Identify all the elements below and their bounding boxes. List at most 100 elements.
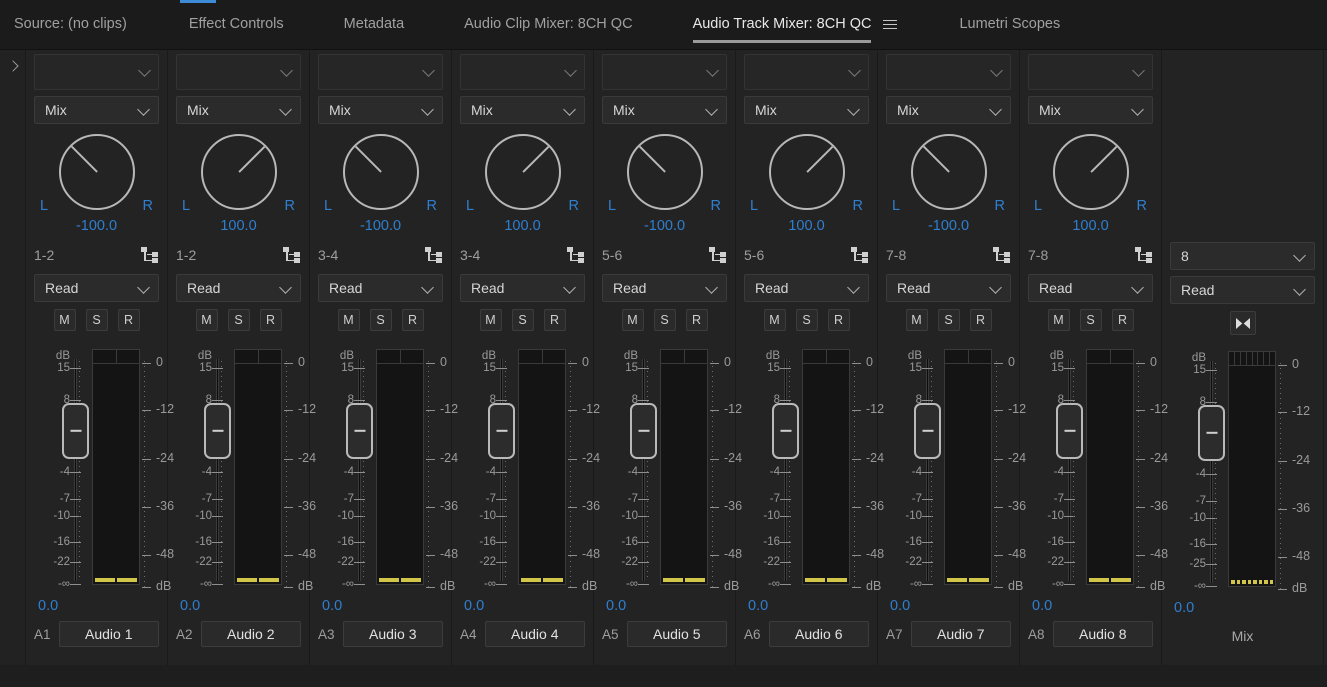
automation-mode-dropdown[interactable]: Read (176, 274, 301, 302)
solo-button[interactable]: S (937, 309, 960, 331)
record-arm-button[interactable]: R (117, 309, 140, 331)
fader-track[interactable] (926, 359, 929, 581)
fader-track[interactable] (784, 359, 787, 581)
master-channel-count-dropdown[interactable]: 8 (1170, 242, 1315, 270)
solo-button[interactable]: S (511, 309, 534, 331)
effect-slot-dropdown[interactable] (1028, 54, 1153, 90)
track-output-routing-icon[interactable] (851, 247, 869, 263)
pan-value[interactable]: 100.0 (744, 218, 869, 234)
effect-slot-dropdown[interactable] (34, 54, 159, 90)
pan-value[interactable]: -100.0 (602, 218, 727, 234)
record-arm-button[interactable]: R (827, 309, 850, 331)
gain-value[interactable]: 0.0 (176, 593, 301, 619)
track-output-dropdown[interactable]: Mix (886, 96, 1011, 124)
volume-fader-thumb[interactable] (62, 403, 89, 459)
tab-source-no-clips[interactable]: Source: (no clips) (14, 16, 127, 34)
record-arm-button[interactable]: R (969, 309, 992, 331)
mute-button[interactable]: M (337, 309, 360, 331)
automation-mode-dropdown[interactable]: Read (744, 274, 869, 302)
pan-value[interactable]: -100.0 (34, 218, 159, 234)
pan-value[interactable]: 100.0 (176, 218, 301, 234)
fader-track[interactable] (500, 359, 503, 581)
volume-fader-thumb[interactable] (1056, 403, 1083, 459)
track-name-field[interactable]: Audio 2 (200, 621, 301, 647)
track-name-field[interactable]: Audio 8 (1052, 621, 1153, 647)
effect-slot-dropdown[interactable] (886, 54, 1011, 90)
mute-button[interactable]: M (905, 309, 928, 331)
mute-button[interactable]: M (195, 309, 218, 331)
volume-fader-thumb[interactable] (772, 403, 799, 459)
tab-effect-controls[interactable]: Effect Controls (189, 16, 284, 34)
fader-track[interactable] (1210, 361, 1213, 583)
record-arm-button[interactable]: R (1111, 309, 1134, 331)
automation-mode-dropdown[interactable]: Read (1028, 274, 1153, 302)
track-name-field[interactable]: Audio 3 (342, 621, 443, 647)
track-output-dropdown[interactable]: Mix (1028, 96, 1153, 124)
fader-track[interactable] (216, 359, 219, 581)
fader-track[interactable] (358, 359, 361, 581)
track-output-routing-icon[interactable] (1135, 247, 1153, 263)
gain-value[interactable]: 0.0 (1028, 593, 1153, 619)
tab-audio-track-mixer-8ch-qc[interactable]: Audio Track Mixer: 8CH QC (692, 16, 872, 43)
track-output-dropdown[interactable]: Mix (176, 96, 301, 124)
track-output-dropdown[interactable]: Mix (34, 96, 159, 124)
master-automation-mode-dropdown[interactable]: Read (1170, 276, 1315, 304)
tab-metadata[interactable]: Metadata (344, 16, 404, 34)
solo-button[interactable]: S (795, 309, 818, 331)
track-output-routing-icon[interactable] (425, 247, 443, 263)
solo-button[interactable]: S (1079, 309, 1102, 331)
track-name-field[interactable]: Audio 1 (58, 621, 159, 647)
automation-mode-dropdown[interactable]: Read (318, 274, 443, 302)
volume-fader-thumb[interactable] (488, 403, 515, 459)
effect-slot-dropdown[interactable] (176, 54, 301, 90)
volume-fader-thumb[interactable] (346, 403, 373, 459)
master-gain-value[interactable]: 0.0 (1170, 595, 1315, 621)
track-output-dropdown[interactable]: Mix (318, 96, 443, 124)
pan-value[interactable]: -100.0 (886, 218, 1011, 234)
volume-fader-thumb[interactable] (1198, 405, 1225, 461)
pan-value[interactable]: 100.0 (460, 218, 585, 234)
mute-button[interactable]: M (763, 309, 786, 331)
effect-slot-dropdown[interactable] (744, 54, 869, 90)
volume-fader-thumb[interactable] (630, 403, 657, 459)
track-output-dropdown[interactable]: Mix (744, 96, 869, 124)
pan-value[interactable]: -100.0 (318, 218, 443, 234)
solo-button[interactable]: S (369, 309, 392, 331)
track-output-routing-icon[interactable] (567, 247, 585, 263)
gain-value[interactable]: 0.0 (744, 593, 869, 619)
gain-value[interactable]: 0.0 (602, 593, 727, 619)
mute-button[interactable]: M (621, 309, 644, 331)
gain-value[interactable]: 0.0 (318, 593, 443, 619)
gain-value[interactable]: 0.0 (460, 593, 585, 619)
mute-button[interactable]: M (53, 309, 76, 331)
track-output-dropdown[interactable]: Mix (460, 96, 585, 124)
volume-fader-thumb[interactable] (204, 403, 231, 459)
record-arm-button[interactable]: R (543, 309, 566, 331)
track-name-field[interactable]: Audio 4 (484, 621, 585, 647)
mute-button[interactable]: M (1047, 309, 1070, 331)
track-name-field[interactable]: Audio 7 (910, 621, 1011, 647)
automation-mode-dropdown[interactable]: Read (602, 274, 727, 302)
automation-mode-dropdown[interactable]: Read (886, 274, 1011, 302)
record-arm-button[interactable]: R (259, 309, 282, 331)
fader-track[interactable] (642, 359, 645, 581)
mute-button[interactable]: M (479, 309, 502, 331)
gain-value[interactable]: 0.0 (34, 593, 159, 619)
solo-button[interactable]: S (227, 309, 250, 331)
effects-sends-expander[interactable] (0, 50, 26, 687)
solo-button[interactable]: S (85, 309, 108, 331)
master-meter-toggle-button[interactable] (1229, 311, 1256, 335)
chevron-right-icon[interactable] (6, 58, 20, 76)
track-output-dropdown[interactable]: Mix (602, 96, 727, 124)
track-output-routing-icon[interactable] (141, 247, 159, 263)
automation-mode-dropdown[interactable]: Read (34, 274, 159, 302)
gain-value[interactable]: 0.0 (886, 593, 1011, 619)
effect-slot-dropdown[interactable] (460, 54, 585, 90)
solo-button[interactable]: S (653, 309, 676, 331)
track-output-routing-icon[interactable] (709, 247, 727, 263)
track-output-routing-icon[interactable] (993, 247, 1011, 263)
effect-slot-dropdown[interactable] (318, 54, 443, 90)
volume-fader-thumb[interactable] (914, 403, 941, 459)
record-arm-button[interactable]: R (401, 309, 424, 331)
track-name-field[interactable]: Audio 6 (768, 621, 869, 647)
